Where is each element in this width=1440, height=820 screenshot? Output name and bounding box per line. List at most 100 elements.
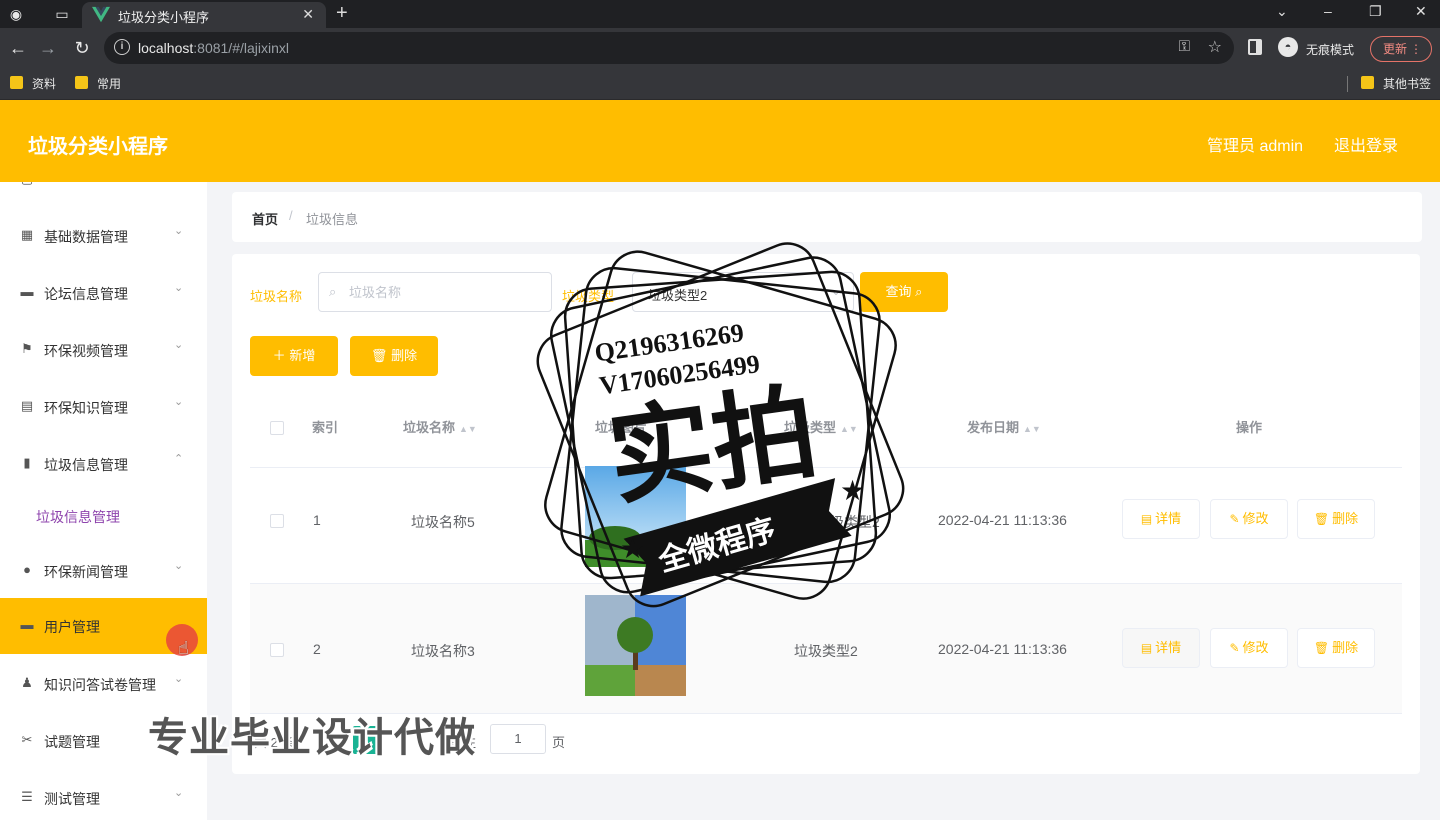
garbage-image [585,466,686,567]
delete-button[interactable]: 🗑 删除 [1297,628,1375,668]
sidebar-item-knowledge[interactable]: ▤ 环保知识管理 ⌄ [0,379,207,435]
breadcrumb-home[interactable]: 首页 [252,209,278,228]
chat-icon: ▬ [20,617,34,632]
reload-icon[interactable]: ↻ [72,38,92,58]
col-date[interactable]: 发布日期 ▲▼ [967,417,1041,436]
edit-button[interactable]: ✎ 修改 [1210,499,1288,539]
bookmark-folder[interactable]: 资料 [10,75,56,92]
breadcrumb-current: 垃圾信息 [306,212,359,227]
trash-icon: 🗑 [1313,641,1330,655]
bookmarks-bar: 资料 常用 其他书签 [0,68,1440,100]
restore-icon[interactable]: ❐ [1369,3,1382,20]
breadcrumb: 首页 / 垃圾信息 [232,192,1422,242]
close-window-icon[interactable]: ✕ [1415,3,1427,20]
query-button[interactable]: 查询 ⌕ [860,272,948,312]
folder-icon [75,76,88,89]
browser-tab-strip: ◉ ▭ 垃圾分类小程序 ✕ + ⌄ – ❐ ✕ [0,0,1440,28]
hand-cursor-icon: ☝ [178,638,189,658]
row-date: 2022-04-21 11:13:36 [938,512,1067,528]
name-search-input[interactable] [349,281,539,303]
row-checkbox[interactable] [270,514,284,528]
caption-watermark: 专业毕业设计代做 [148,716,476,760]
flag-icon: ⚑ [21,341,33,356]
url-text: localhost:8081/#/lajixinxl [138,40,289,56]
monitor-icon: ▬ [20,284,34,299]
detail-button[interactable]: ▤ 详情 [1122,628,1200,668]
site-info-icon[interactable]: i [114,39,130,55]
trash-icon: 🗑 [370,348,388,363]
sidebar-item-label: 环保知识管理 [44,400,128,416]
col-actions: 操作 [1236,420,1263,435]
minimize-icon[interactable]: – [1324,3,1332,19]
sidebar-item-video[interactable]: ⚑ 环保视频管理 ⌄ [0,322,207,378]
address-toolbar: ← → ↻ i localhost:8081/#/lajixinxl ⚿ ☆ ◓… [0,28,1440,68]
detail-button[interactable]: ▤ 详情 [1122,499,1200,539]
tab-overview-icon[interactable]: ▭ [54,6,70,22]
update-button[interactable]: 更新 ⋮ [1370,36,1432,62]
name-filter-label: 垃圾名称 [250,289,303,304]
sidebar-item-news[interactable]: ● 环保新闻管理 ⌄ [0,543,207,599]
bulk-delete-button[interactable]: 🗑 删除 [350,336,438,376]
delete-button[interactable]: 🗑 删除 [1297,499,1375,539]
document-icon: ▤ [1140,641,1153,655]
breadcrumb-separator: / [289,208,293,223]
sidebar-item-label: 基础数据管理 [44,229,128,245]
type-select[interactable]: 垃圾类型2 ⌄ [632,272,854,312]
pencil-icon: ✎ [1229,641,1240,655]
name-search-field[interactable]: ⌕ [318,272,552,312]
sidebar-item-partial[interactable]: ▢ [0,182,207,208]
sort-icon[interactable]: ▲▼ [840,424,858,434]
row-checkbox[interactable] [270,643,284,657]
sidebar-item-label: 论坛信息管理 [44,286,128,302]
row-date: 2022-04-21 11:13:36 [938,641,1067,657]
chevron-down-icon: ⌄ [174,282,184,294]
type-select-value: 垃圾类型2 [648,288,708,303]
new-tab-icon[interactable]: + [336,2,348,25]
goto-page-input[interactable]: 1 [490,724,546,754]
garbage-image [585,595,686,696]
chevron-down-icon: ⌄ [174,560,184,572]
row-type: 垃圾类型2 [794,643,858,659]
pencil-icon: ✎ [1229,512,1240,526]
back-icon[interactable]: ← [8,38,28,58]
incognito-icon[interactable]: ◓ [1278,37,1298,57]
sidebar-item-label: 环保视频管理 [44,343,128,359]
tab-search-icon[interactable]: ⌄ [1276,3,1288,20]
row-index: 2 [313,641,321,657]
sidebar-item-quiz-paper[interactable]: ♟ 知识问答试卷管理 ⌄ [0,656,207,712]
bookmark-star-icon[interactable]: ☆ [1208,37,1222,57]
bookmark-divider [1347,76,1348,92]
sidebar-item-forum[interactable]: ▬ 论坛信息管理 ⌄ [0,265,207,321]
url-bar[interactable]: i localhost:8081/#/lajixinxl ⚿ ☆ [104,32,1234,64]
sort-icon[interactable]: ▲▼ [459,424,477,434]
ticket-icon: ✂ [21,732,33,747]
sidebar-item-label: 知识问答试卷管理 [44,677,156,693]
side-panel-icon[interactable] [1248,39,1262,55]
sort-icon[interactable]: ▲▼ [1023,424,1041,434]
forward-icon[interactable]: → [38,38,58,58]
close-tab-icon[interactable]: ✕ [302,6,314,23]
tab-title: 垃圾分类小程序 [118,10,210,25]
sidebar-item-tests[interactable]: ☰ 测试管理 ⌄ [0,770,207,820]
col-type[interactable]: 垃圾类型 ▲▼ [784,417,858,436]
browser-tab[interactable]: 垃圾分类小程序 ✕ [82,2,326,28]
sidebar-subitem-garbage[interactable]: 垃圾信息管理 [36,507,120,527]
folder-icon [1361,76,1374,89]
edit-button[interactable]: ✎ 修改 [1210,628,1288,668]
search-icon: ⌕ [329,284,337,299]
other-bookmarks[interactable]: 其他书签 [1361,75,1431,92]
logout-link[interactable]: 退出登录 [1334,132,1398,156]
col-name[interactable]: 垃圾名称 ▲▼ [403,417,477,436]
sidebar-item-label: 试题管理 [44,734,100,750]
bookmark-folder[interactable]: 常用 [75,75,121,92]
key-icon[interactable]: ⚿ [1179,38,1190,55]
app-title: 垃圾分类小程序 [28,136,168,158]
globe-icon[interactable]: ◉ [8,6,24,22]
col-image: 垃圾图片 [595,420,648,435]
sidebar-item-label: 测试管理 [44,791,100,807]
add-button[interactable]: ＋ 新增 [250,336,338,376]
search-icon: ⌕ [915,284,923,299]
select-all-checkbox[interactable] [270,421,284,435]
sidebar-item-garbage[interactable]: ▮ 垃圾信息管理 ⌃ [0,436,207,492]
sidebar-item-basic-data[interactable]: ▦ 基础数据管理 ⌄ [0,208,207,264]
